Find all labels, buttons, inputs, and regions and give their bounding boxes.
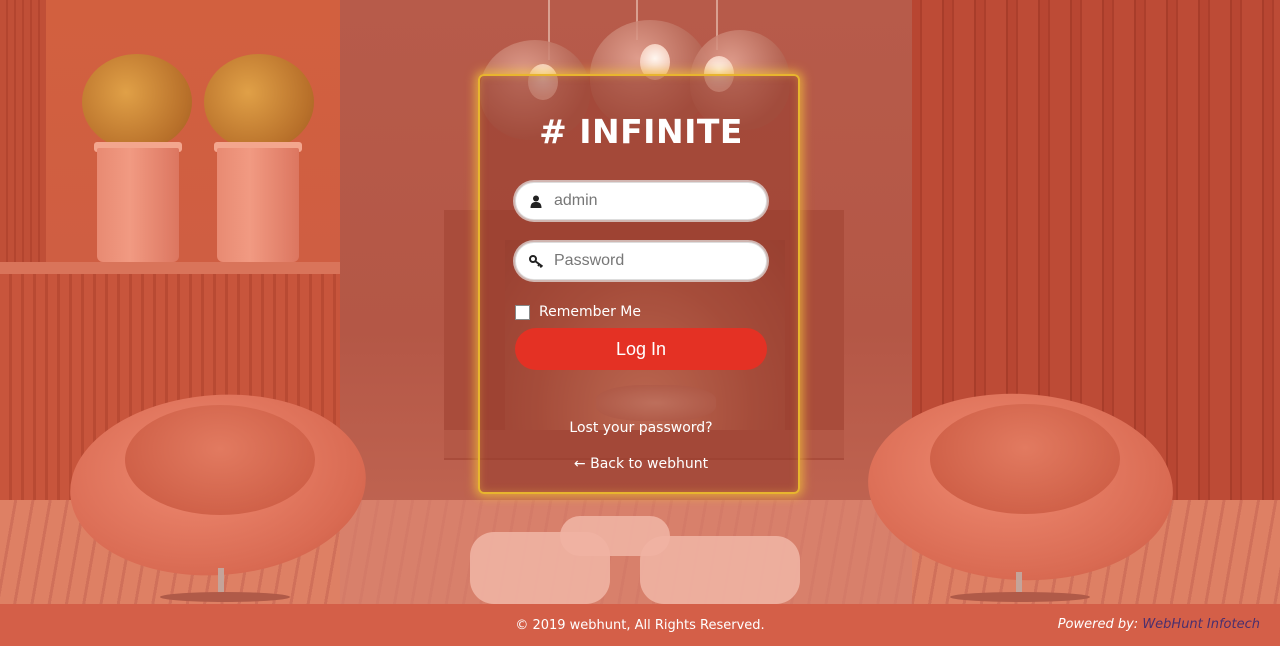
powered-by-link[interactable]: WebHunt Infotech (1142, 617, 1260, 632)
username-field[interactable] (515, 182, 767, 220)
shelf (0, 262, 340, 274)
username-input[interactable] (552, 191, 756, 211)
password-field[interactable] (515, 242, 767, 280)
chair-left-base (160, 592, 290, 602)
footer: © 2019 webhunt, All Rights Reserved. Pow… (0, 604, 1280, 646)
plant-left (82, 54, 192, 150)
lost-password-link[interactable]: Lost your password? (480, 420, 802, 436)
powered-by-label: Powered by: (1057, 617, 1139, 632)
site-logo: # INFINITE (539, 112, 743, 151)
left-wall-panel (0, 0, 46, 262)
remember-me[interactable]: Remember Me (515, 304, 641, 320)
chair-right-base (950, 592, 1090, 602)
pot-right (217, 148, 299, 262)
password-input[interactable] (552, 251, 756, 271)
chair-left-seat (125, 405, 315, 515)
login-card: # INFINITE Remember Me Log In Lost your … (478, 74, 800, 494)
user-icon (526, 195, 546, 208)
remember-checkbox[interactable] (515, 304, 530, 320)
plant-right (204, 54, 314, 150)
key-icon (526, 254, 546, 268)
pot-left (97, 148, 179, 262)
chair-right-seat (930, 404, 1120, 514)
back-link[interactable]: ← Back to webhunt (480, 456, 802, 472)
powered-by: Powered by: WebHunt Infotech (1058, 617, 1260, 632)
login-button[interactable]: Log In (515, 328, 767, 370)
coffee-table (640, 536, 800, 604)
remember-label: Remember Me (539, 304, 641, 320)
